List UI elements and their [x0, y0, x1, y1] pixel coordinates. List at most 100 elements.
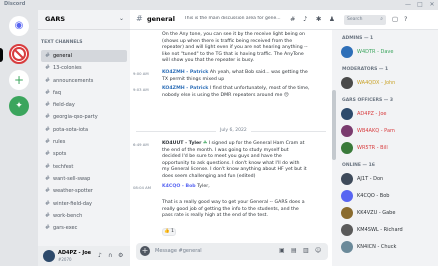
- member-group-header: GARS OFFICERS — 3: [342, 98, 393, 103]
- channel-item-weather-spotter[interactable]: # weather-spotter: [41, 185, 127, 197]
- gift-icon[interactable]: ▣: [279, 247, 285, 254]
- maximize-button[interactable]: □: [414, 0, 426, 10]
- channel-label: pota-sota-iota: [53, 126, 89, 133]
- help-icon[interactable]: ?: [404, 15, 407, 23]
- gear-icon[interactable]: ⚙: [118, 252, 123, 259]
- channel-item-work-bench[interactable]: # work-bench: [41, 210, 127, 222]
- channel-item-spots[interactable]: # spots: [41, 148, 127, 160]
- channel-item-faq[interactable]: # faq: [41, 87, 127, 99]
- member-item[interactable]: K4CQO - Bob: [341, 189, 435, 203]
- reaction-thumbs-up[interactable]: 👍 1: [162, 228, 176, 236]
- avatar: [341, 142, 353, 154]
- channel-item-want-sell-swap[interactable]: # want-sell-swap: [41, 173, 127, 185]
- channel-label: spots: [53, 151, 67, 158]
- message: KO4UUT - Tyler ☘ I signed up for the Gen…: [162, 141, 330, 148]
- sticker-icon[interactable]: ▥: [303, 247, 309, 254]
- member-list: ADMINS — 1 W4DTR - Dave MODERATORS — 1 WA4Q…: [336, 30, 438, 266]
- channel-item-gars-exec[interactable]: # gars-exec: [41, 222, 127, 234]
- channel-label: field-day: [53, 102, 75, 109]
- hash-icon: #: [45, 162, 51, 170]
- member-name: WB4AKQ - Pam: [357, 128, 395, 134]
- hash-icon: #: [45, 211, 51, 219]
- member-name: KN4ICN - Chuck: [357, 244, 397, 250]
- channel-item-13-colonies[interactable]: #13-colonies: [41, 62, 127, 74]
- channel-item-rules[interactable]: # rules: [41, 136, 127, 148]
- member-item[interactable]: AJ1T - Don: [341, 172, 435, 186]
- home-button[interactable]: ◉: [9, 16, 29, 36]
- member-item[interactable]: KM4SWL - Richard: [341, 223, 435, 237]
- message-line: That is a really good way to get your Ge…: [162, 200, 305, 205]
- avatar: [341, 190, 353, 202]
- hash-icon: #: [45, 125, 51, 133]
- avatar[interactable]: [43, 250, 55, 262]
- hash-icon: #: [45, 52, 51, 59]
- threads-icon[interactable]: #: [290, 15, 295, 23]
- search-input[interactable]: Search ⌕: [344, 15, 386, 25]
- microphone-icon[interactable]: ♪: [98, 252, 102, 259]
- channel-item-georgia-qso-party[interactable]: # georgia-qso-party: [41, 111, 127, 123]
- member-item[interactable]: WA4QDX - John: [341, 76, 435, 90]
- hash-icon: #: [45, 113, 51, 121]
- avatar: [341, 241, 353, 253]
- message-author[interactable]: KO4UUT - Tyler: [162, 141, 201, 146]
- channel-label: announcements: [53, 77, 94, 84]
- hash-icon: #: [136, 14, 143, 23]
- message-text: Ah yeah, what Bob said... was getting th…: [209, 70, 308, 75]
- members-icon[interactable]: ♟: [329, 15, 335, 23]
- minimize-button[interactable]: —: [402, 0, 414, 10]
- channel-item-techfest[interactable]: # techfest: [41, 161, 127, 173]
- channel-item-field-day[interactable]: # field-day: [41, 99, 127, 111]
- category-label: TEXT CHANNELS: [41, 40, 83, 45]
- hash-icon: #: [45, 150, 51, 158]
- avatar: [341, 77, 353, 89]
- plus-icon: +: [13, 73, 25, 87]
- close-button[interactable]: ✕: [426, 0, 438, 10]
- channel-item-pota-sota-iota[interactable]: # pota-sota-iota: [41, 124, 127, 136]
- compass-icon: ✦: [15, 101, 23, 111]
- hash-icon: #: [45, 187, 51, 195]
- pin-icon[interactable]: ✱: [316, 15, 321, 23]
- message-line: does seem challenging and fun (edited): [162, 174, 256, 179]
- member-item[interactable]: W4DTR - Dave: [341, 45, 435, 59]
- date-divider-label: July 6, 2022: [216, 128, 251, 133]
- discord-home-icon: ◉: [14, 20, 24, 31]
- inbox-icon[interactable]: ▢: [392, 15, 398, 23]
- channel-topic[interactable]: This is the main discussion area for gen…: [184, 16, 284, 21]
- member-name: WA4QDX - John: [357, 80, 396, 86]
- gif-icon[interactable]: ▤: [291, 247, 297, 254]
- add-server-button[interactable]: +: [9, 70, 29, 90]
- member-item[interactable]: KK4VZU - Gabe: [341, 206, 435, 220]
- message-timestamp: 6:49 AM: [133, 142, 149, 147]
- server-header[interactable]: GARS ⌄: [38, 10, 130, 30]
- member-item[interactable]: WB4AKQ - Pam: [341, 124, 435, 138]
- channel-item-announcements[interactable]: # announcements: [41, 75, 127, 87]
- message: K4CQO - Bob Tyler,: [162, 184, 330, 191]
- explore-button[interactable]: ✦: [9, 96, 29, 116]
- message-author[interactable]: KO4ZMH - Patrick: [162, 86, 208, 91]
- message-line: TX permit things mixed up: [162, 76, 225, 82]
- hash-icon: #: [45, 199, 51, 207]
- message-list: On the Any tone, you can see it by the r…: [130, 30, 332, 240]
- member-item[interactable]: KN4ICN - Chuck: [341, 240, 435, 254]
- channel-label: georgia-qso-party: [53, 114, 98, 121]
- category-header[interactable]: TEXT CHANNELS: [41, 40, 83, 45]
- member-name: W4DTR - Dave: [357, 49, 394, 55]
- server-icon-gars[interactable]: [9, 44, 29, 64]
- channel-item-general[interactable]: # general: [41, 50, 127, 63]
- upload-plus-icon[interactable]: +: [140, 246, 150, 256]
- headphones-icon[interactable]: ∩: [108, 252, 112, 259]
- member-item[interactable]: WR5TR - Bill: [341, 141, 435, 155]
- hash-icon: #: [45, 101, 51, 109]
- message-author[interactable]: K4CQO - Bob: [162, 184, 196, 189]
- date-divider: July 6, 2022: [136, 128, 326, 133]
- member-name: K4CQO - Bob: [357, 193, 390, 199]
- channel-label: gars-exec: [53, 225, 78, 232]
- emoji-icon[interactable]: ☺: [315, 247, 321, 254]
- member-group-header: ONLINE — 16: [342, 163, 375, 168]
- message-author[interactable]: KO4ZMH - Patrick: [162, 70, 208, 75]
- message-composer[interactable]: + Message #general ▣ ▤ ▥ ☺: [136, 243, 328, 260]
- bell-icon[interactable]: ♪: [303, 15, 307, 23]
- member-item[interactable]: AD4PZ - Joe: [341, 107, 435, 121]
- channel-item-winter-field-day[interactable]: # winter-field-day: [41, 198, 127, 210]
- hash-icon: #: [45, 76, 51, 84]
